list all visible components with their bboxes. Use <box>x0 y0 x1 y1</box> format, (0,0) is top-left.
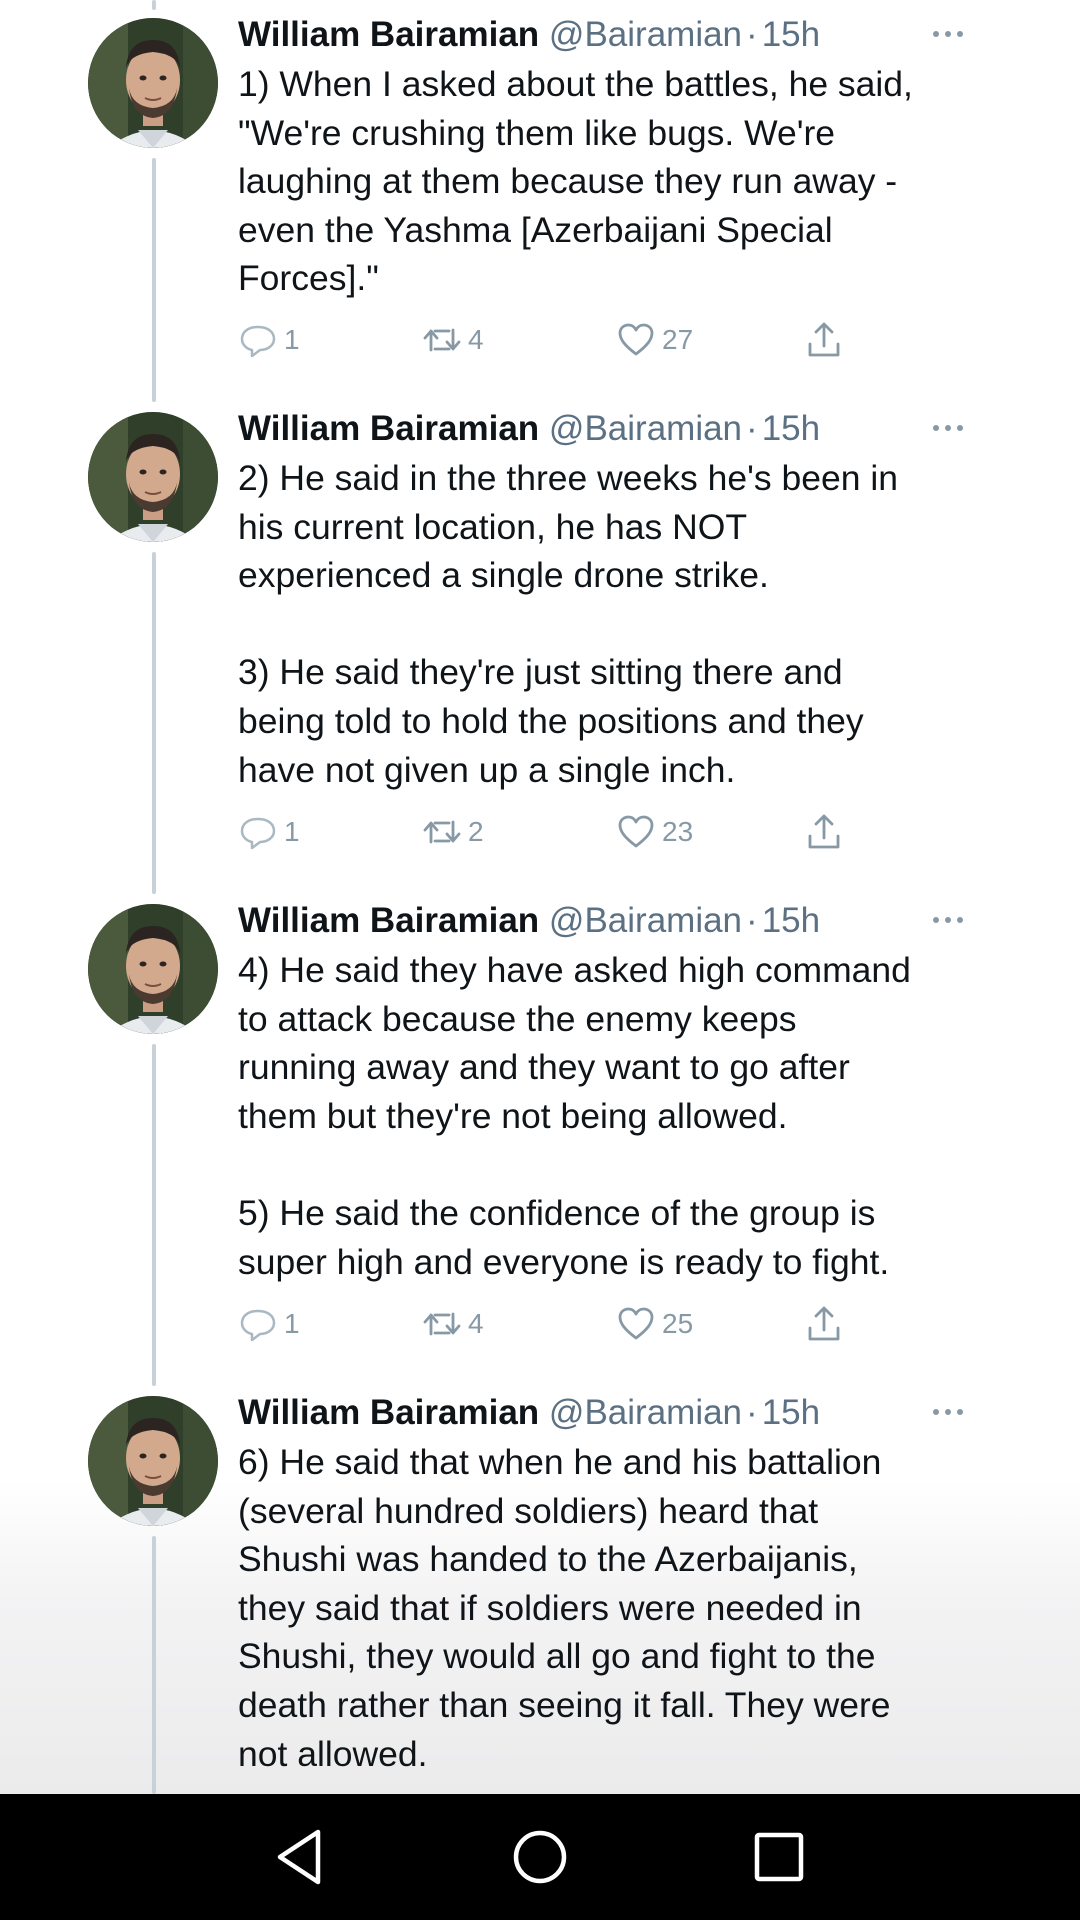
reply-icon <box>240 325 276 358</box>
reply-button[interactable]: 1 <box>238 808 300 856</box>
share-icon <box>808 1306 840 1341</box>
tweet-timestamp[interactable]: 15h <box>762 15 820 54</box>
like-button[interactable]: 27 <box>616 316 693 364</box>
like-button[interactable]: 23 <box>616 808 693 856</box>
avatar[interactable] <box>88 904 218 1034</box>
retweet-button[interactable]: 2 <box>422 808 484 856</box>
author-name[interactable]: William Bairamian <box>238 15 539 54</box>
app-screen: William Bairamian @Bairamian · 15h 1) When… <box>0 0 1080 1920</box>
retweet-count: 4 <box>468 324 484 355</box>
tweet[interactable]: William Bairamian @Bairamian · 15h 6) He s… <box>0 1378 1080 1794</box>
reply-button[interactable]: 1 <box>238 1300 300 1348</box>
avatar-image <box>88 904 218 1034</box>
avatar-image <box>88 1396 218 1526</box>
tweet-thread: William Bairamian @Bairamian · 15h 1) When… <box>0 0 1080 1794</box>
tweet-text: 2) He said in the three weeks he's been … <box>238 458 898 790</box>
more-options-icon[interactable] <box>928 412 968 452</box>
avatar[interactable] <box>88 18 218 148</box>
retweet-count: 4 <box>468 1308 484 1339</box>
retweet-icon <box>423 1312 461 1336</box>
tweet-actions: 1 4 25 <box>238 1300 878 1348</box>
avatar[interactable] <box>88 1396 218 1526</box>
share-button[interactable] <box>804 1300 850 1348</box>
share-icon <box>808 322 840 357</box>
like-button[interactable]: 25 <box>616 1300 693 1348</box>
like-count: 27 <box>662 324 694 355</box>
home-circle-icon[interactable] <box>507 1824 573 1890</box>
separator-dot: · <box>746 15 758 54</box>
tweet-actions: 1 2 23 <box>238 808 878 856</box>
tweet[interactable]: William Bairamian @Bairamian · 15h 2) He s… <box>0 394 1080 886</box>
tweet[interactable]: William Bairamian @Bairamian · 15h 4) He s… <box>0 886 1080 1378</box>
share-button[interactable] <box>804 316 850 364</box>
retweet-icon <box>423 328 461 352</box>
recents-square-icon[interactable] <box>746 1824 812 1890</box>
author-handle[interactable]: @Bairamian <box>549 1393 742 1432</box>
more-options-icon[interactable] <box>928 1396 968 1436</box>
tweet-timestamp[interactable]: 15h <box>762 409 820 448</box>
author-name[interactable]: William Bairamian <box>238 409 539 448</box>
retweet-button[interactable]: 4 <box>422 1300 484 1348</box>
avatar-image <box>88 412 218 542</box>
tweet-header: William Bairamian @Bairamian · 15h <box>238 10 978 60</box>
more-options-icon[interactable] <box>928 18 968 58</box>
heart-icon <box>618 815 654 848</box>
heart-icon <box>618 1307 654 1340</box>
author-handle[interactable]: @Bairamian <box>549 901 742 940</box>
tweet[interactable]: William Bairamian @Bairamian · 15h 1) When… <box>0 0 1080 396</box>
author-name[interactable]: William Bairamian <box>238 901 539 940</box>
tweet-text: 4) He said they have asked high command … <box>238 950 911 1282</box>
reply-button[interactable]: 1 <box>238 316 300 364</box>
tweet-text: 1) When I asked about the battles, he sa… <box>238 64 913 299</box>
back-triangle-icon[interactable] <box>268 1824 334 1890</box>
like-count: 25 <box>662 1308 694 1339</box>
author-handle[interactable]: @Bairamian <box>549 15 742 54</box>
reply-count: 1 <box>284 816 300 847</box>
separator-dot: · <box>746 901 758 940</box>
separator-dot: · <box>746 409 758 448</box>
reply-icon <box>240 817 276 850</box>
system-navigation-bar <box>0 1794 1080 1920</box>
avatar-image <box>88 18 218 148</box>
reply-count: 1 <box>284 324 300 355</box>
separator-dot: · <box>746 1393 758 1432</box>
retweet-count: 2 <box>468 816 484 847</box>
reply-icon <box>240 1309 276 1342</box>
retweet-icon <box>423 820 461 844</box>
retweet-button[interactable]: 4 <box>422 316 484 364</box>
share-icon <box>808 814 840 849</box>
avatar[interactable] <box>88 412 218 542</box>
tweet-header: William Bairamian @Bairamian · 15h <box>238 404 978 454</box>
author-name[interactable]: William Bairamian <box>238 1393 539 1432</box>
author-handle[interactable]: @Bairamian <box>549 409 742 448</box>
more-options-icon[interactable] <box>928 904 968 944</box>
share-button[interactable] <box>804 808 850 856</box>
tweet-timestamp[interactable]: 15h <box>762 901 820 940</box>
tweet-text: 6) He said that when he and his battalio… <box>238 1442 891 1774</box>
reply-count: 1 <box>284 1308 300 1339</box>
tweet-timestamp[interactable]: 15h <box>762 1393 820 1432</box>
like-count: 23 <box>662 816 694 847</box>
tweet-actions: 1 4 27 <box>238 316 878 364</box>
heart-icon <box>618 323 654 356</box>
tweet-header: William Bairamian @Bairamian · 15h <box>238 896 978 946</box>
tweet-header: William Bairamian @Bairamian · 15h <box>238 1388 978 1438</box>
